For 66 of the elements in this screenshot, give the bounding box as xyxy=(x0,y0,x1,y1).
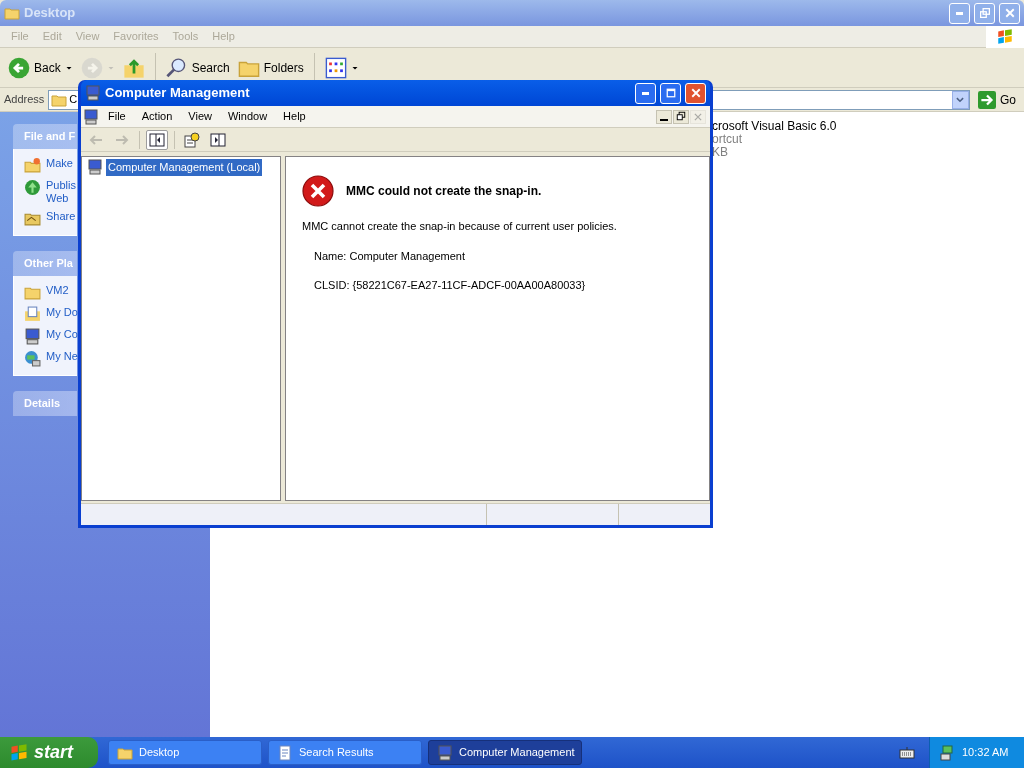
computer-icon xyxy=(24,328,41,345)
file-name[interactable]: crosoft Visual Basic 6.0 xyxy=(712,120,837,133)
error-title: MMC could not create the snap-in. xyxy=(346,183,542,200)
error-icon xyxy=(302,175,334,207)
menu-item[interactable]: View xyxy=(181,108,219,125)
action-pane-icon xyxy=(210,131,226,148)
tree-pane-button[interactable] xyxy=(146,129,168,150)
computer-icon xyxy=(83,108,99,125)
error-message: MMC cannot create the snap-in because of current user policies. xyxy=(302,219,618,234)
snapin-name: Name: Computer Management xyxy=(313,248,466,264)
computer-icon xyxy=(85,85,101,101)
restore-icon xyxy=(979,8,990,18)
menu-item[interactable]: Action xyxy=(134,108,180,125)
search-icon xyxy=(165,56,188,79)
search-button[interactable]: Search xyxy=(163,56,232,79)
computer-icon xyxy=(87,159,103,176)
dropdown-button[interactable] xyxy=(952,90,969,109)
restore-button[interactable] xyxy=(673,109,689,124)
file-type: ortcut xyxy=(712,133,743,146)
folders-button[interactable]: Folders xyxy=(235,56,306,79)
task-link[interactable]: Publis Web xyxy=(24,179,76,205)
restore-icon xyxy=(676,110,686,121)
close-icon xyxy=(693,111,703,122)
minimize-button[interactable] xyxy=(656,109,672,124)
close-icon xyxy=(690,88,701,98)
network-icon xyxy=(24,350,41,367)
start-button[interactable]: start xyxy=(0,737,98,768)
maximize-icon xyxy=(665,88,676,98)
maximize-button[interactable] xyxy=(660,82,681,104)
folder-icon xyxy=(4,5,20,21)
help-icon xyxy=(184,131,200,148)
task-link[interactable]: Make xyxy=(24,157,73,174)
taskbar-button[interactable]: Computer Management xyxy=(428,740,582,765)
network-icon[interactable] xyxy=(940,744,956,761)
help-button[interactable] xyxy=(181,129,203,150)
flag-icon xyxy=(996,27,1014,46)
window-title: Desktop xyxy=(24,4,77,23)
tree-pane-icon xyxy=(149,131,165,148)
documents-icon xyxy=(24,306,41,323)
windows-flag-icon xyxy=(9,742,29,763)
menu-item[interactable]: File xyxy=(101,108,133,125)
snapin-clsid: CLSID: {58221C67-EA27-11CF-ADCF-00AA00A80033} xyxy=(313,278,587,293)
views-icon xyxy=(324,56,347,79)
menu-item[interactable]: Window xyxy=(220,108,275,125)
go-arrow-icon xyxy=(978,90,996,109)
minimize-icon xyxy=(956,11,963,15)
task-link[interactable]: VM2 xyxy=(24,284,69,301)
tree-item[interactable]: Computer Management (Local) xyxy=(106,159,263,176)
document-icon xyxy=(277,744,293,761)
go-button[interactable]: Go xyxy=(974,90,1020,109)
globe-icon xyxy=(24,179,41,196)
menu-item[interactable]: Help xyxy=(276,108,313,125)
taskbar-button[interactable]: Search Results xyxy=(268,740,422,765)
minimize-icon xyxy=(660,118,668,121)
task-link[interactable]: Share xyxy=(24,210,76,227)
close-icon xyxy=(1004,8,1015,18)
taskbar-button[interactable]: Desktop xyxy=(108,740,262,765)
clock: 10:32 AM xyxy=(962,745,1009,761)
computer-icon xyxy=(437,744,453,761)
address-label: Address xyxy=(4,92,45,108)
file-size: KB xyxy=(712,146,729,159)
minimize-icon xyxy=(642,91,649,95)
keyboard-icon[interactable] xyxy=(899,744,915,761)
window-title: Computer Management xyxy=(105,84,251,103)
back-button[interactable]: Back xyxy=(6,56,75,79)
folder-icon xyxy=(24,157,41,174)
